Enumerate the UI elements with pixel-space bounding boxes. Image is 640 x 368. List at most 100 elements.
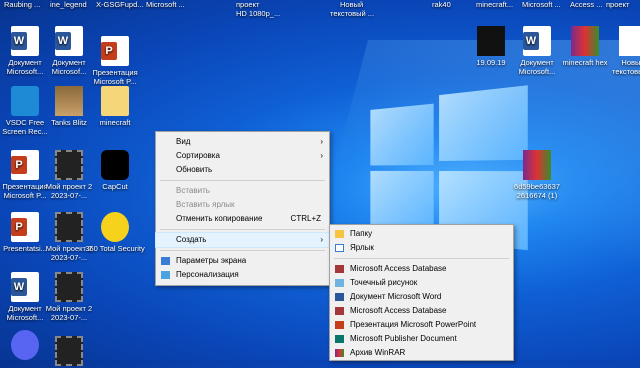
desktop-icon-capcut[interactable]: CapCut — [84, 150, 146, 191]
menu-label: Параметры экрана — [176, 256, 247, 265]
menu-item-refresh[interactable]: Обновить — [156, 163, 329, 177]
publisher-icon — [335, 335, 344, 343]
icon-label: 360 Total Security — [85, 244, 145, 253]
shortcut-label: CTRL+Z — [290, 214, 321, 223]
image-icon — [477, 26, 505, 56]
word-icon — [523, 26, 551, 56]
top-label[interactable]: Microsoft ... — [146, 0, 185, 9]
icon-label: minecraft — [99, 118, 131, 127]
paint-icon — [335, 279, 344, 287]
discord-icon — [11, 330, 39, 360]
top-label[interactable]: X-GSGFupd... — [96, 0, 144, 9]
menu-separator — [160, 229, 325, 230]
desktop-icon-video[interactable]: Мой проект 2 2023-07-... — [38, 272, 100, 322]
menu-separator — [334, 258, 509, 259]
word-icon — [335, 293, 344, 301]
top-label[interactable]: Access ... — [570, 0, 603, 9]
top-label[interactable]: ine_legend — [50, 0, 87, 9]
menu-label: Отменить копирование — [176, 214, 263, 223]
word-icon — [55, 26, 83, 56]
menu-separator — [160, 180, 325, 181]
tanks-blitz-icon — [55, 86, 83, 116]
menu-item-undo-copy[interactable]: Отменить копирование CTRL+Z — [156, 212, 329, 226]
top-label[interactable]: проект — [606, 0, 629, 9]
top-label[interactable]: текстовый ... — [330, 9, 374, 18]
menu-label: Вид — [176, 137, 191, 146]
menu-label: Архив WinRAR — [350, 348, 406, 357]
plus-icon — [101, 212, 129, 242]
display-icon — [161, 257, 170, 265]
menu-label: Презентация Microsoft PowerPoint — [350, 320, 477, 329]
chevron-right-icon: › — [320, 151, 323, 160]
winrar-icon — [571, 26, 599, 56]
desktop-icon-minecraft-folder[interactable]: minecraft — [84, 86, 146, 127]
submenu-item-bitmap[interactable]: Точечный рисунок — [330, 276, 513, 290]
word-icon — [11, 272, 39, 302]
winrar-icon — [335, 349, 344, 357]
top-label[interactable]: minecraft... — [476, 0, 513, 9]
menu-label: Обновить — [176, 165, 213, 174]
capcut-icon — [101, 150, 129, 180]
winrar-icon — [523, 150, 551, 180]
icon-label: Новый текстовый... — [612, 58, 640, 76]
new-submenu: Папку Ярлык Microsoft Access Database То… — [329, 224, 514, 361]
desktop-icon-360-security[interactable]: 360 Total Security — [84, 212, 146, 253]
submenu-item-publisher[interactable]: Microsoft Publisher Document — [330, 332, 513, 346]
menu-label: Вставить ярлык — [176, 200, 235, 209]
shortcut-icon — [335, 244, 344, 252]
word-icon — [11, 26, 39, 56]
desktop-icon-presentation[interactable]: Презентация Microsoft P... — [84, 36, 146, 86]
text-document-icon — [619, 26, 640, 56]
submenu-item-powerpoint[interactable]: Презентация Microsoft PowerPoint — [330, 318, 513, 332]
submenu-item-shortcut[interactable]: Ярлык — [330, 241, 513, 255]
menu-item-display-settings[interactable]: Параметры экрана — [156, 254, 329, 268]
menu-item-personalize[interactable]: Персонализация — [156, 268, 329, 282]
desktop-icon-video[interactable] — [38, 336, 100, 368]
submenu-item-winrar[interactable]: Архив WinRAR — [330, 346, 513, 360]
menu-label: Персонализация — [176, 270, 239, 279]
top-label[interactable]: Raubing ... — [4, 0, 40, 9]
desktop-icon-rar[interactable]: 6d59be63637 2616674 (1) — [506, 150, 568, 200]
menu-item-sort[interactable]: Сортировка › — [156, 149, 329, 163]
submenu-item-access-db[interactable]: Microsoft Access Database — [330, 262, 513, 276]
top-label[interactable]: Новый — [340, 0, 363, 9]
folder-icon — [101, 86, 129, 116]
menu-label: Microsoft Access Database — [350, 306, 447, 315]
submenu-item-word-doc[interactable]: Документ Microsoft Word — [330, 290, 513, 304]
personalize-icon — [161, 271, 170, 279]
menu-item-new[interactable]: Создать › — [155, 232, 330, 248]
top-label[interactable]: проект — [236, 0, 259, 9]
powerpoint-icon — [11, 150, 39, 180]
menu-item-paste[interactable]: Вставить — [156, 184, 329, 198]
menu-item-paste-shortcut[interactable]: Вставить ярлык — [156, 198, 329, 212]
icon-label: 6d59be63637 2616674 (1) — [514, 182, 560, 200]
video-icon — [55, 150, 83, 180]
menu-label: Создать — [176, 235, 207, 244]
access-icon — [335, 265, 344, 273]
menu-label: Точечный рисунок — [350, 278, 418, 287]
top-label[interactable]: rak40 — [432, 0, 451, 9]
icon-label: CapCut — [102, 182, 128, 191]
chevron-right-icon: › — [320, 137, 323, 146]
video-icon — [55, 336, 83, 366]
powerpoint-icon — [335, 321, 344, 329]
menu-label: Microsoft Access Database — [350, 264, 447, 273]
powerpoint-icon — [101, 36, 129, 66]
folder-icon — [335, 230, 344, 238]
menu-label: Сортировка — [176, 151, 220, 160]
menu-item-view[interactable]: Вид › — [156, 135, 329, 149]
submenu-item-access-db[interactable]: Microsoft Access Database — [330, 304, 513, 318]
access-icon — [335, 307, 344, 315]
top-label[interactable]: HD 1080p_... — [236, 9, 280, 18]
top-label[interactable]: Microsoft ... — [522, 0, 561, 9]
menu-label: Документ Microsoft Word — [350, 292, 442, 301]
menu-label: Ярлык — [350, 243, 374, 252]
video-icon — [55, 272, 83, 302]
chevron-right-icon: › — [320, 235, 323, 244]
menu-label: Microsoft Publisher Document — [350, 334, 457, 343]
video-icon — [55, 212, 83, 242]
desktop-icon-text-doc[interactable]: Новый текстовый... — [602, 26, 640, 76]
menu-label: Вставить — [176, 186, 210, 195]
powerpoint-icon — [11, 212, 39, 242]
submenu-item-folder[interactable]: Папку — [330, 227, 513, 241]
